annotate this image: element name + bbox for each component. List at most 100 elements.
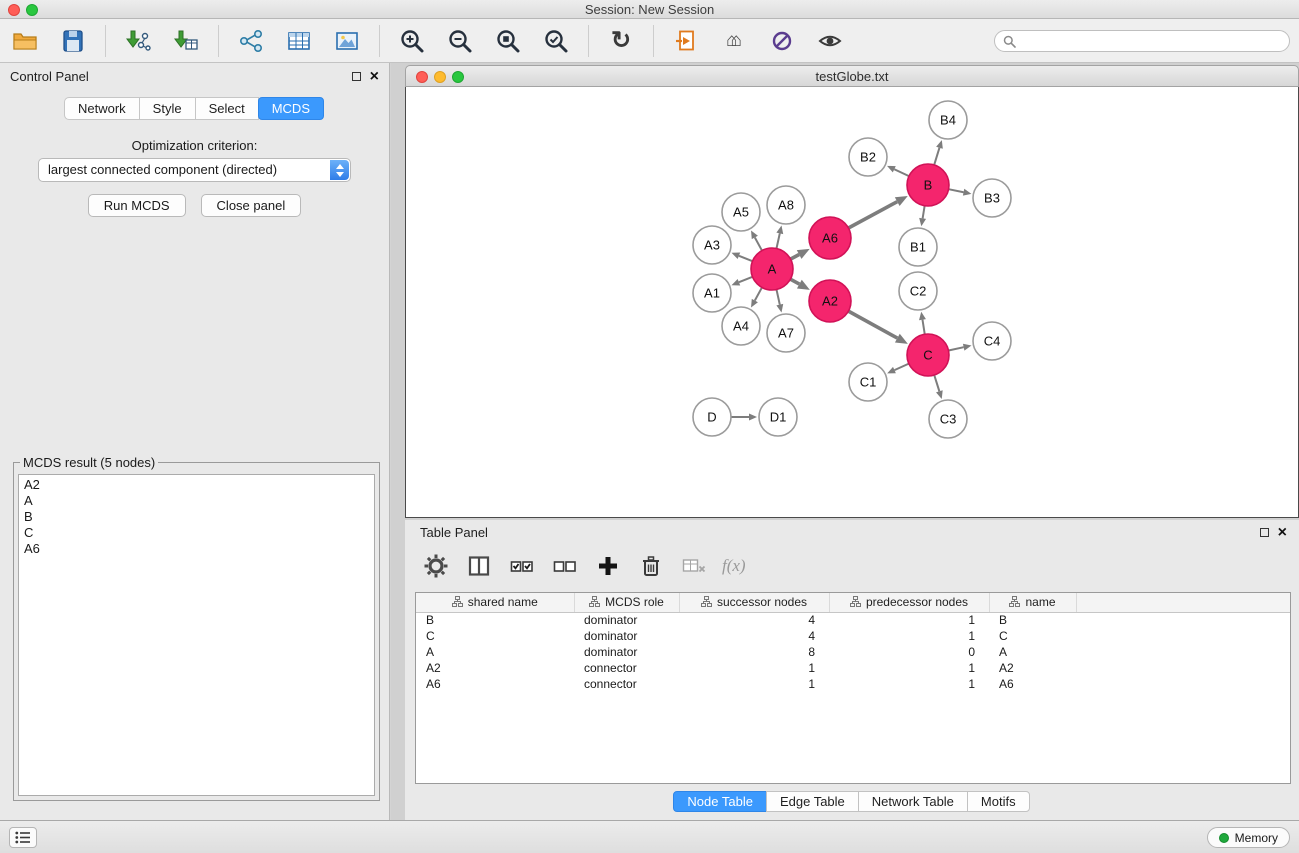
delete-table-button[interactable]: [679, 551, 709, 581]
graph-edge-A-A1[interactable]: [731, 277, 752, 286]
table-cell[interactable]: A2: [989, 660, 1076, 676]
table-row[interactable]: Cdominator41C: [416, 628, 1290, 644]
graph-node-A1[interactable]: A1: [693, 274, 731, 312]
table-cell[interactable]: A: [416, 644, 574, 660]
graph-edge-A-A8[interactable]: [776, 226, 783, 249]
result-item[interactable]: A2: [24, 477, 369, 493]
table-cell[interactable]: 1: [829, 628, 989, 644]
table-row[interactable]: A6connector11A6: [416, 676, 1290, 692]
close-table-panel-icon[interactable]: ×: [1278, 520, 1287, 546]
graph-node-A6[interactable]: A6: [809, 217, 851, 259]
graph-edge-D-D1[interactable]: [731, 414, 757, 421]
table-cell[interactable]: C: [989, 628, 1076, 644]
tab-edge-table[interactable]: Edge Table: [766, 791, 859, 812]
open-session-button[interactable]: ⌂⌂: [719, 26, 749, 56]
graph-node-B2[interactable]: B2: [849, 138, 887, 176]
graph-node-C[interactable]: C: [907, 334, 949, 376]
table-cell[interactable]: 0: [829, 644, 989, 660]
graph-edge-A-A3[interactable]: [731, 253, 752, 262]
result-item[interactable]: B: [24, 509, 369, 525]
run-mcds-button[interactable]: Run MCDS: [88, 194, 186, 217]
network-zoom-button[interactable]: [452, 71, 464, 83]
graph-edge-A-A4[interactable]: [751, 287, 762, 307]
graph-edge-C-C1[interactable]: [887, 364, 909, 374]
tab-mcds[interactable]: MCDS: [258, 97, 324, 120]
table-row[interactable]: Bdominator41B: [416, 612, 1290, 628]
graph-node-A4[interactable]: A4: [722, 307, 760, 345]
zoom-window-button[interactable]: [26, 4, 38, 16]
new-table-button[interactable]: [284, 26, 314, 56]
result-item[interactable]: A: [24, 493, 369, 509]
column-header-shared-name[interactable]: shared name: [416, 593, 574, 612]
zoom-out-button[interactable]: [445, 26, 475, 56]
graph-edge-A-A7[interactable]: [776, 290, 783, 313]
graph-edge-A-A6[interactable]: [791, 249, 810, 259]
memory-button[interactable]: Memory: [1207, 827, 1290, 848]
graph-node-C4[interactable]: C4: [973, 322, 1011, 360]
function-builder-button[interactable]: f(x): [722, 551, 746, 581]
search-input[interactable]: [1021, 33, 1281, 49]
search-box[interactable]: [994, 30, 1290, 52]
table-cell[interactable]: 4: [679, 628, 829, 644]
graph-node-B[interactable]: B: [907, 164, 949, 206]
table-cell[interactable]: C: [416, 628, 574, 644]
zoom-selected-button[interactable]: [541, 26, 571, 56]
column-header-predecessor-nodes[interactable]: predecessor nodes: [829, 593, 989, 612]
open-file-button[interactable]: [10, 26, 40, 56]
float-table-panel-icon[interactable]: [1260, 528, 1269, 537]
graph-node-C1[interactable]: C1: [849, 363, 887, 401]
import-table-button[interactable]: [171, 26, 201, 56]
graph-node-A7[interactable]: A7: [767, 314, 805, 352]
table-settings-button[interactable]: [421, 551, 451, 581]
table-row[interactable]: A2connector11A2: [416, 660, 1290, 676]
graph-node-D1[interactable]: D1: [759, 398, 797, 436]
table-cell[interactable]: dominator: [574, 644, 679, 660]
table-cell[interactable]: 1: [829, 676, 989, 692]
table-cell[interactable]: 1: [679, 660, 829, 676]
network-window-titlebar[interactable]: testGlobe.txt: [405, 65, 1299, 87]
graph-edge-C-C3[interactable]: [934, 375, 942, 399]
select-all-button[interactable]: [507, 551, 537, 581]
graph-node-B1[interactable]: B1: [899, 228, 937, 266]
graph-node-C3[interactable]: C3: [929, 400, 967, 438]
optimization-select[interactable]: largest connected component (directed): [38, 158, 351, 182]
graph-node-A3[interactable]: A3: [693, 226, 731, 264]
table-cell[interactable]: 4: [679, 612, 829, 628]
graph-node-A2[interactable]: A2: [809, 280, 851, 322]
graph-node-A[interactable]: A: [751, 248, 793, 290]
delete-button[interactable]: [636, 551, 666, 581]
network-canvas[interactable]: AA1A2A3A4A5A6A7A8BB1B2B3B4CC1C2C3C4DD1: [405, 87, 1299, 518]
table-cell[interactable]: B: [989, 612, 1076, 628]
new-network-button[interactable]: [236, 26, 266, 56]
zoom-fit-button[interactable]: [493, 26, 523, 56]
graph-node-C2[interactable]: C2: [899, 272, 937, 310]
column-header-successor-nodes[interactable]: successor nodes: [679, 593, 829, 612]
table-cell[interactable]: dominator: [574, 628, 679, 644]
add-row-button[interactable]: [593, 551, 623, 581]
graph-edge-A6-B[interactable]: [848, 196, 907, 228]
import-network-button[interactable]: [123, 26, 153, 56]
network-graph[interactable]: AA1A2A3A4A5A6A7A8BB1B2B3B4CC1C2C3C4DD1: [406, 87, 1298, 516]
table-cell[interactable]: 8: [679, 644, 829, 660]
table-cell[interactable]: A2: [416, 660, 574, 676]
table-cell[interactable]: A6: [989, 676, 1076, 692]
table-cell[interactable]: 1: [829, 612, 989, 628]
result-item[interactable]: C: [24, 525, 369, 541]
show-graphics-button[interactable]: [815, 26, 845, 56]
graph-node-D[interactable]: D: [693, 398, 731, 436]
hide-annotations-button[interactable]: [767, 26, 797, 56]
table-cell[interactable]: 1: [679, 676, 829, 692]
graph-edge-A-A5[interactable]: [751, 230, 762, 250]
tab-motifs[interactable]: Motifs: [967, 791, 1030, 812]
graph-node-B3[interactable]: B3: [973, 179, 1011, 217]
first-neighbors-button[interactable]: [671, 26, 701, 56]
graph-edge-B-B3[interactable]: [949, 189, 972, 196]
table-cell[interactable]: A: [989, 644, 1076, 660]
deselect-all-button[interactable]: [550, 551, 580, 581]
close-window-button[interactable]: [8, 4, 20, 16]
graph-edge-C-C2[interactable]: [919, 312, 926, 335]
float-panel-icon[interactable]: [352, 72, 361, 81]
zoom-in-button[interactable]: [397, 26, 427, 56]
mcds-result-list[interactable]: A2ABCA6: [18, 474, 375, 796]
graph-edge-B-B1[interactable]: [919, 206, 926, 227]
